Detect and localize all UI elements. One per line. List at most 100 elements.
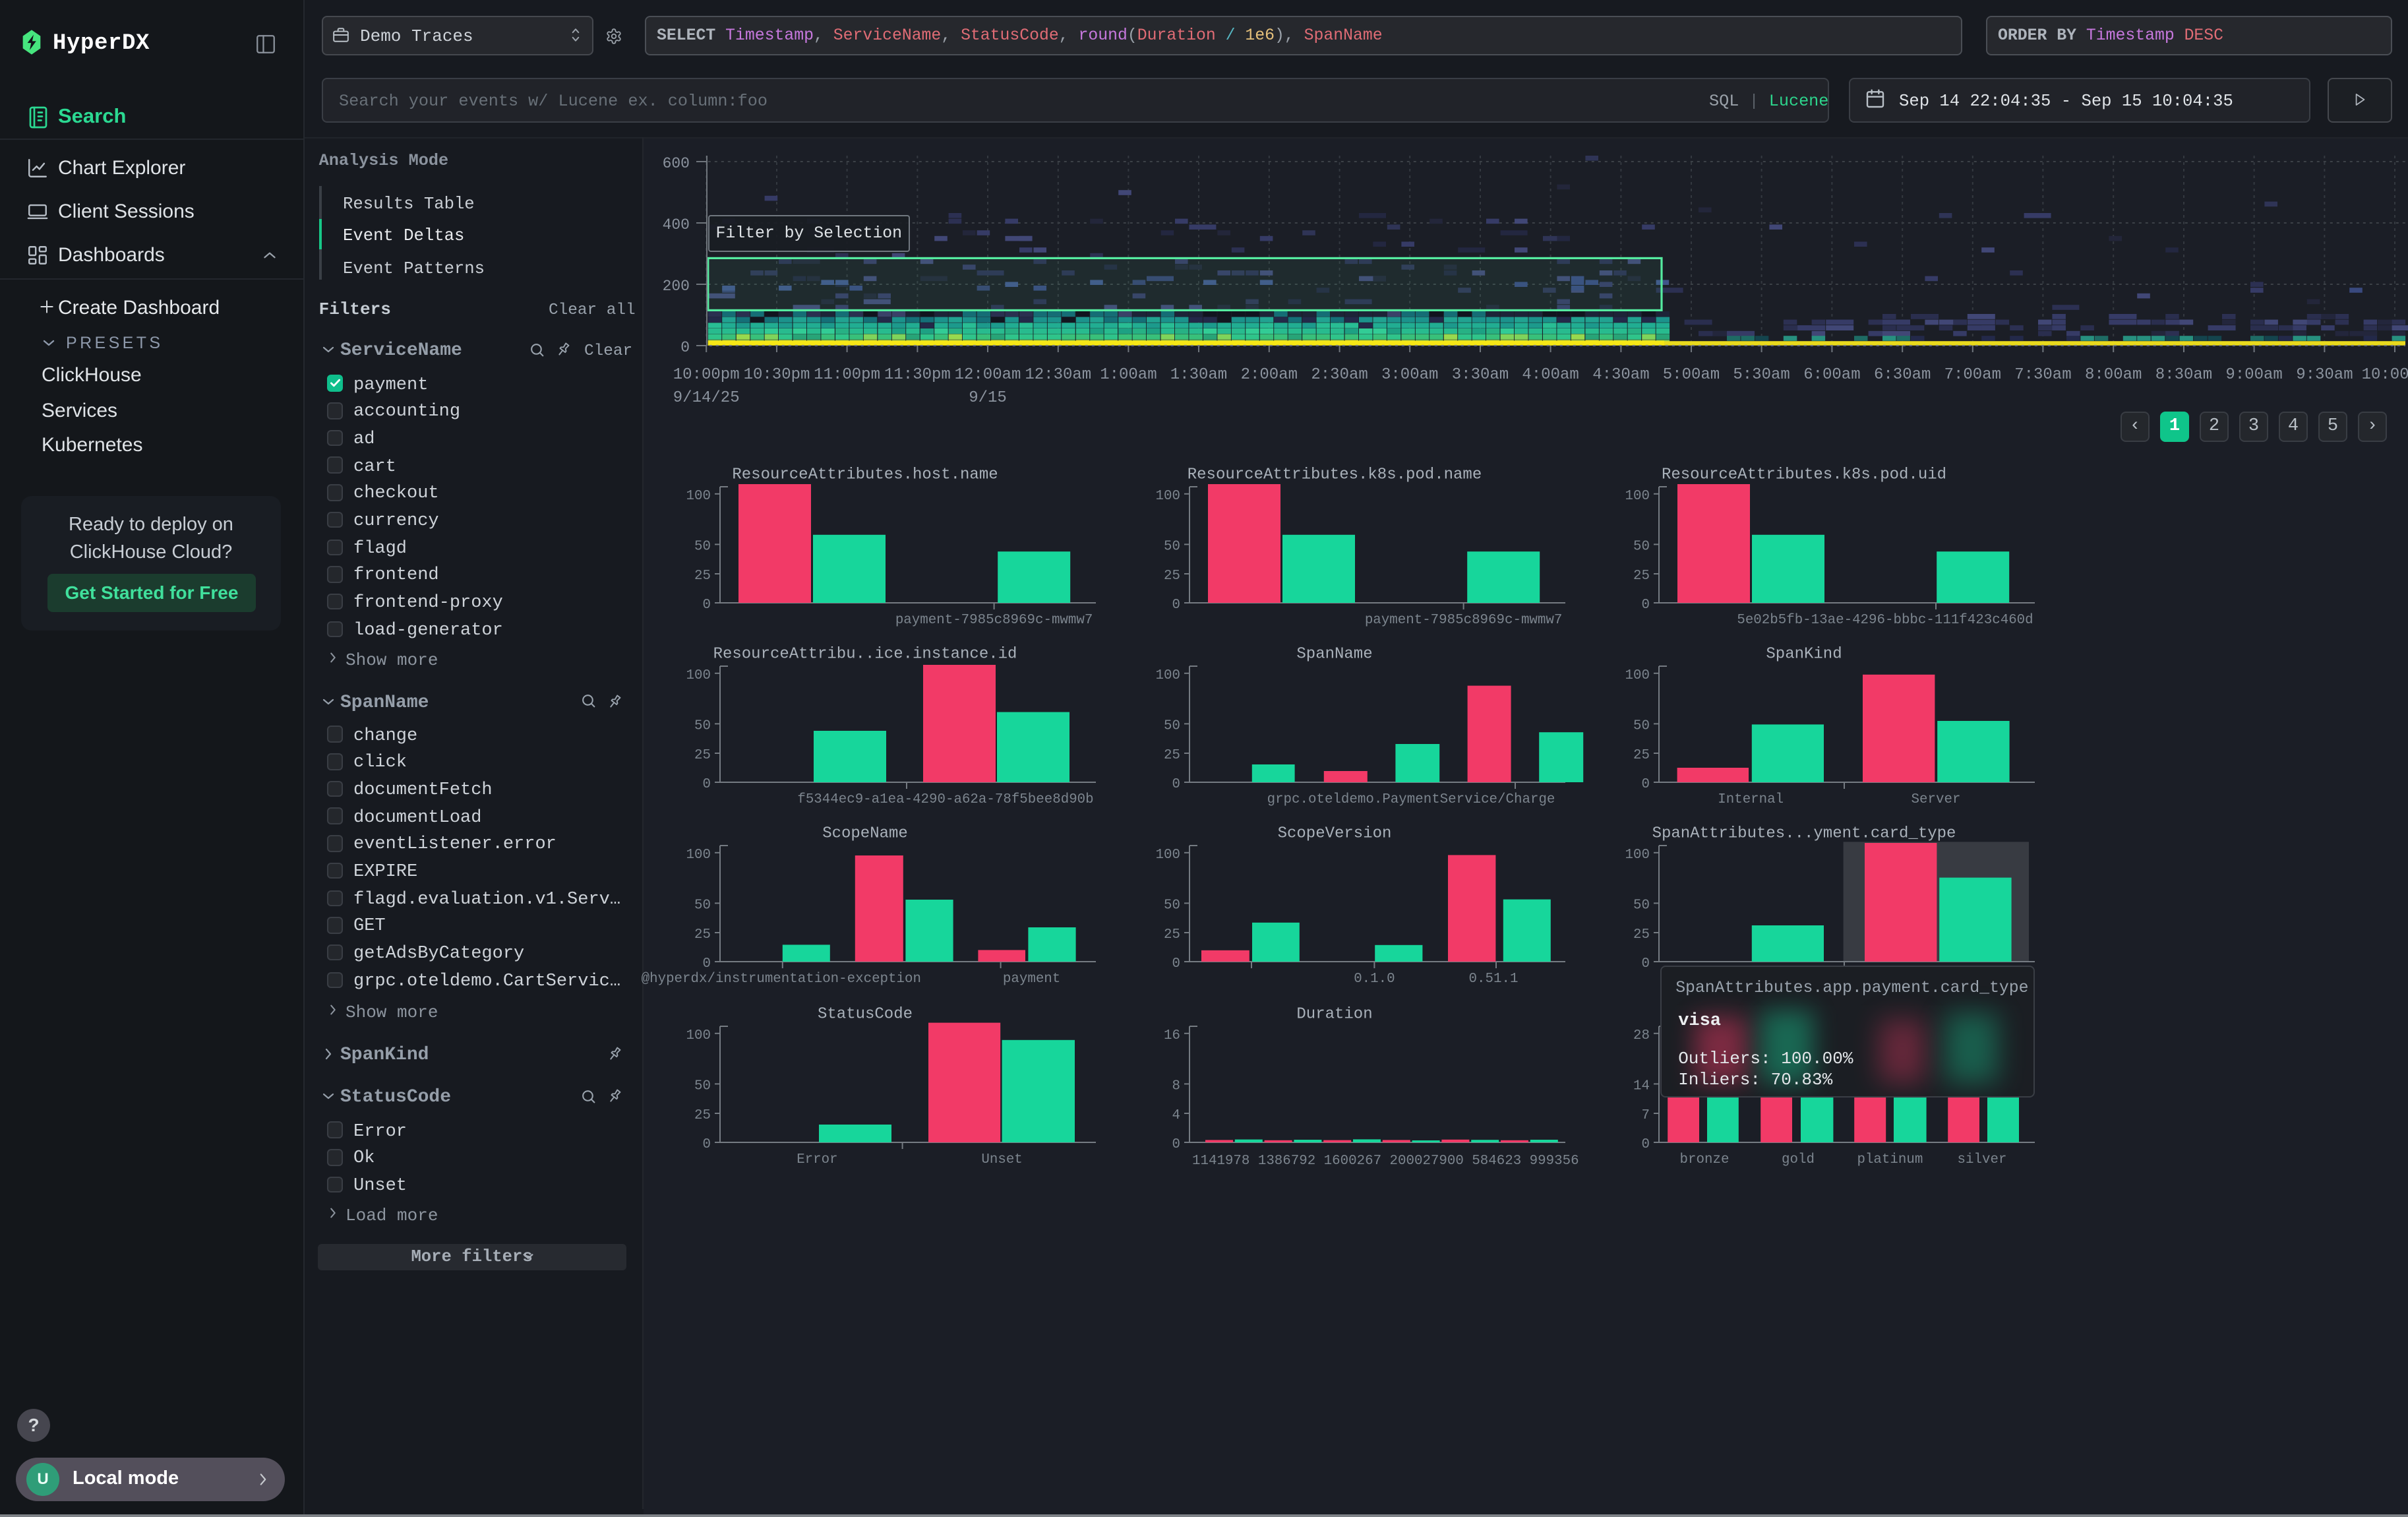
svg-text:25: 25 bbox=[1164, 569, 1180, 584]
svg-text:ResourceAttributes.host.name: ResourceAttributes.host.name bbox=[732, 466, 998, 483]
svg-text:25: 25 bbox=[694, 1108, 711, 1123]
svg-text:payment-7985c8969c-mwmw7: payment-7985c8969c-mwmw7 bbox=[895, 613, 1093, 628]
svg-text:25: 25 bbox=[1633, 748, 1650, 763]
svg-text:200: 200 bbox=[663, 278, 690, 295]
svg-text:payment: payment bbox=[1003, 972, 1060, 987]
svg-text:payment-7985c8969c-mwmw7: payment-7985c8969c-mwmw7 bbox=[1365, 613, 1563, 628]
svg-text:1:30am: 1:30am bbox=[1170, 366, 1227, 384]
svg-text:0: 0 bbox=[1642, 777, 1650, 792]
svg-text:50: 50 bbox=[694, 539, 711, 554]
svg-text:100: 100 bbox=[1625, 489, 1650, 504]
svg-text:25: 25 bbox=[1164, 927, 1180, 943]
svg-text:ScopeName: ScopeName bbox=[822, 824, 908, 842]
svg-text:0: 0 bbox=[703, 777, 711, 792]
svg-text:0: 0 bbox=[1172, 777, 1180, 792]
svg-text:50: 50 bbox=[1164, 718, 1180, 733]
svg-text:platinum: platinum bbox=[1857, 1152, 1923, 1167]
svg-text:11:00pm: 11:00pm bbox=[814, 366, 880, 384]
svg-text:50: 50 bbox=[1633, 718, 1650, 733]
svg-text:2:00am: 2:00am bbox=[1241, 366, 1298, 384]
svg-text:8:30am: 8:30am bbox=[2155, 366, 2212, 384]
svg-text:100: 100 bbox=[686, 1028, 711, 1043]
svg-text:0.51.1: 0.51.1 bbox=[1469, 972, 1519, 987]
svg-text:ResourceAttribu..ice.instance.: ResourceAttribu..ice.instance.id bbox=[713, 645, 1017, 663]
svg-text:16: 16 bbox=[1164, 1028, 1180, 1043]
svg-text:12:30am: 12:30am bbox=[1025, 366, 1091, 384]
svg-text:600: 600 bbox=[663, 155, 690, 172]
svg-text:25: 25 bbox=[694, 748, 711, 763]
svg-text:Duration: Duration bbox=[1296, 1005, 1372, 1023]
svg-text:0: 0 bbox=[1172, 1137, 1180, 1152]
svg-text:5:30am: 5:30am bbox=[1733, 366, 1790, 384]
svg-text:6:30am: 6:30am bbox=[1874, 366, 1931, 384]
svg-text:bronze: bronze bbox=[1680, 1152, 1730, 1167]
svg-text:0: 0 bbox=[1172, 956, 1180, 972]
svg-text:0: 0 bbox=[703, 1137, 711, 1152]
svg-text:50: 50 bbox=[694, 1078, 711, 1094]
svg-text:StatusCode: StatusCode bbox=[818, 1005, 913, 1023]
svg-text:0: 0 bbox=[703, 598, 711, 613]
svg-text:100: 100 bbox=[1156, 668, 1180, 683]
svg-text:silver: silver bbox=[1958, 1152, 2007, 1167]
svg-text:100: 100 bbox=[1625, 668, 1650, 683]
svg-text:14: 14 bbox=[1633, 1078, 1650, 1094]
svg-text:@hyperdx/instrumentation-excep: @hyperdx/instrumentation-exception bbox=[642, 972, 921, 987]
svg-text:28: 28 bbox=[1633, 1028, 1650, 1043]
svg-text:7: 7 bbox=[1642, 1108, 1650, 1123]
svg-text:400: 400 bbox=[663, 216, 690, 233]
svg-text:100: 100 bbox=[1156, 848, 1180, 863]
svg-text:9:00am: 9:00am bbox=[2225, 366, 2282, 384]
svg-text:10:00pm: 10:00pm bbox=[673, 366, 740, 384]
svg-text:2:30am: 2:30am bbox=[1311, 366, 1368, 384]
svg-text:50: 50 bbox=[694, 898, 711, 913]
svg-text:1141978 1386792 1600267 200027: 1141978 1386792 1600267 200027900 584623… bbox=[1192, 1154, 1579, 1169]
svg-text:8: 8 bbox=[1172, 1078, 1180, 1094]
svg-text:4:30am: 4:30am bbox=[1592, 366, 1649, 384]
svg-text:10:30pm: 10:30pm bbox=[744, 366, 810, 384]
svg-text:25: 25 bbox=[694, 569, 711, 584]
svg-text:3:30am: 3:30am bbox=[1452, 366, 1509, 384]
svg-text:50: 50 bbox=[1633, 898, 1650, 913]
svg-text:0: 0 bbox=[1172, 598, 1180, 613]
svg-text:4: 4 bbox=[1172, 1108, 1180, 1123]
svg-text:SpanName: SpanName bbox=[1296, 645, 1372, 663]
svg-text:0: 0 bbox=[1642, 1137, 1650, 1152]
svg-text:f5344ec9-a1ea-4290-a62a-78f5be: f5344ec9-a1ea-4290-a62a-78f5bee8d90b bbox=[797, 792, 1093, 807]
svg-text:100: 100 bbox=[1156, 489, 1180, 504]
svg-text:100: 100 bbox=[686, 668, 711, 683]
svg-text:11:30pm: 11:30pm bbox=[884, 366, 951, 384]
svg-text:50: 50 bbox=[1633, 539, 1650, 554]
svg-text:0: 0 bbox=[1642, 956, 1650, 972]
svg-text:SpanKind: SpanKind bbox=[1766, 645, 1842, 663]
svg-text:0: 0 bbox=[703, 956, 711, 972]
svg-text:9/15: 9/15 bbox=[969, 389, 1007, 407]
svg-text:100: 100 bbox=[686, 848, 711, 863]
svg-text:ResourceAttributes.k8s.pod.uid: ResourceAttributes.k8s.pod.uid bbox=[1662, 466, 1946, 483]
svg-text:25: 25 bbox=[1164, 748, 1180, 763]
svg-text:3:00am: 3:00am bbox=[1381, 366, 1438, 384]
svg-text:25: 25 bbox=[1633, 927, 1650, 943]
svg-text:0: 0 bbox=[1642, 598, 1650, 613]
svg-text:8:00am: 8:00am bbox=[2085, 366, 2142, 384]
svg-text:50: 50 bbox=[694, 718, 711, 733]
svg-text:4:00am: 4:00am bbox=[1522, 366, 1579, 384]
svg-text:5e02b5fb-13ae-4296-bbbc-111f42: 5e02b5fb-13ae-4296-bbbc-111f423c460d bbox=[1737, 613, 2033, 628]
svg-text:grpc.oteldemo.PaymentService/C: grpc.oteldemo.PaymentService/Charge bbox=[1267, 792, 1555, 807]
svg-text:6:00am: 6:00am bbox=[1803, 366, 1860, 384]
svg-text:25: 25 bbox=[1633, 569, 1650, 584]
svg-text:1:00am: 1:00am bbox=[1100, 366, 1157, 384]
svg-text:10:00am: 10:00am bbox=[2362, 366, 2408, 384]
svg-text:50: 50 bbox=[1164, 898, 1180, 913]
svg-text:5:00am: 5:00am bbox=[1663, 366, 1720, 384]
svg-text:50: 50 bbox=[1164, 539, 1180, 554]
svg-text:Error: Error bbox=[797, 1152, 837, 1167]
svg-text:SpanAttributes...yment.card_ty: SpanAttributes...yment.card_type bbox=[1652, 824, 1956, 842]
svg-text:Server: Server bbox=[1911, 792, 1961, 807]
svg-text:9/14/25: 9/14/25 bbox=[673, 389, 740, 407]
svg-text:100: 100 bbox=[686, 489, 711, 504]
svg-text:ScopeVersion: ScopeVersion bbox=[1278, 824, 1392, 842]
svg-text:Unset: Unset bbox=[981, 1152, 1022, 1167]
svg-text:9:30am: 9:30am bbox=[2296, 366, 2353, 384]
svg-text:gold: gold bbox=[1782, 1152, 1815, 1167]
svg-text:12:00am: 12:00am bbox=[955, 366, 1021, 384]
